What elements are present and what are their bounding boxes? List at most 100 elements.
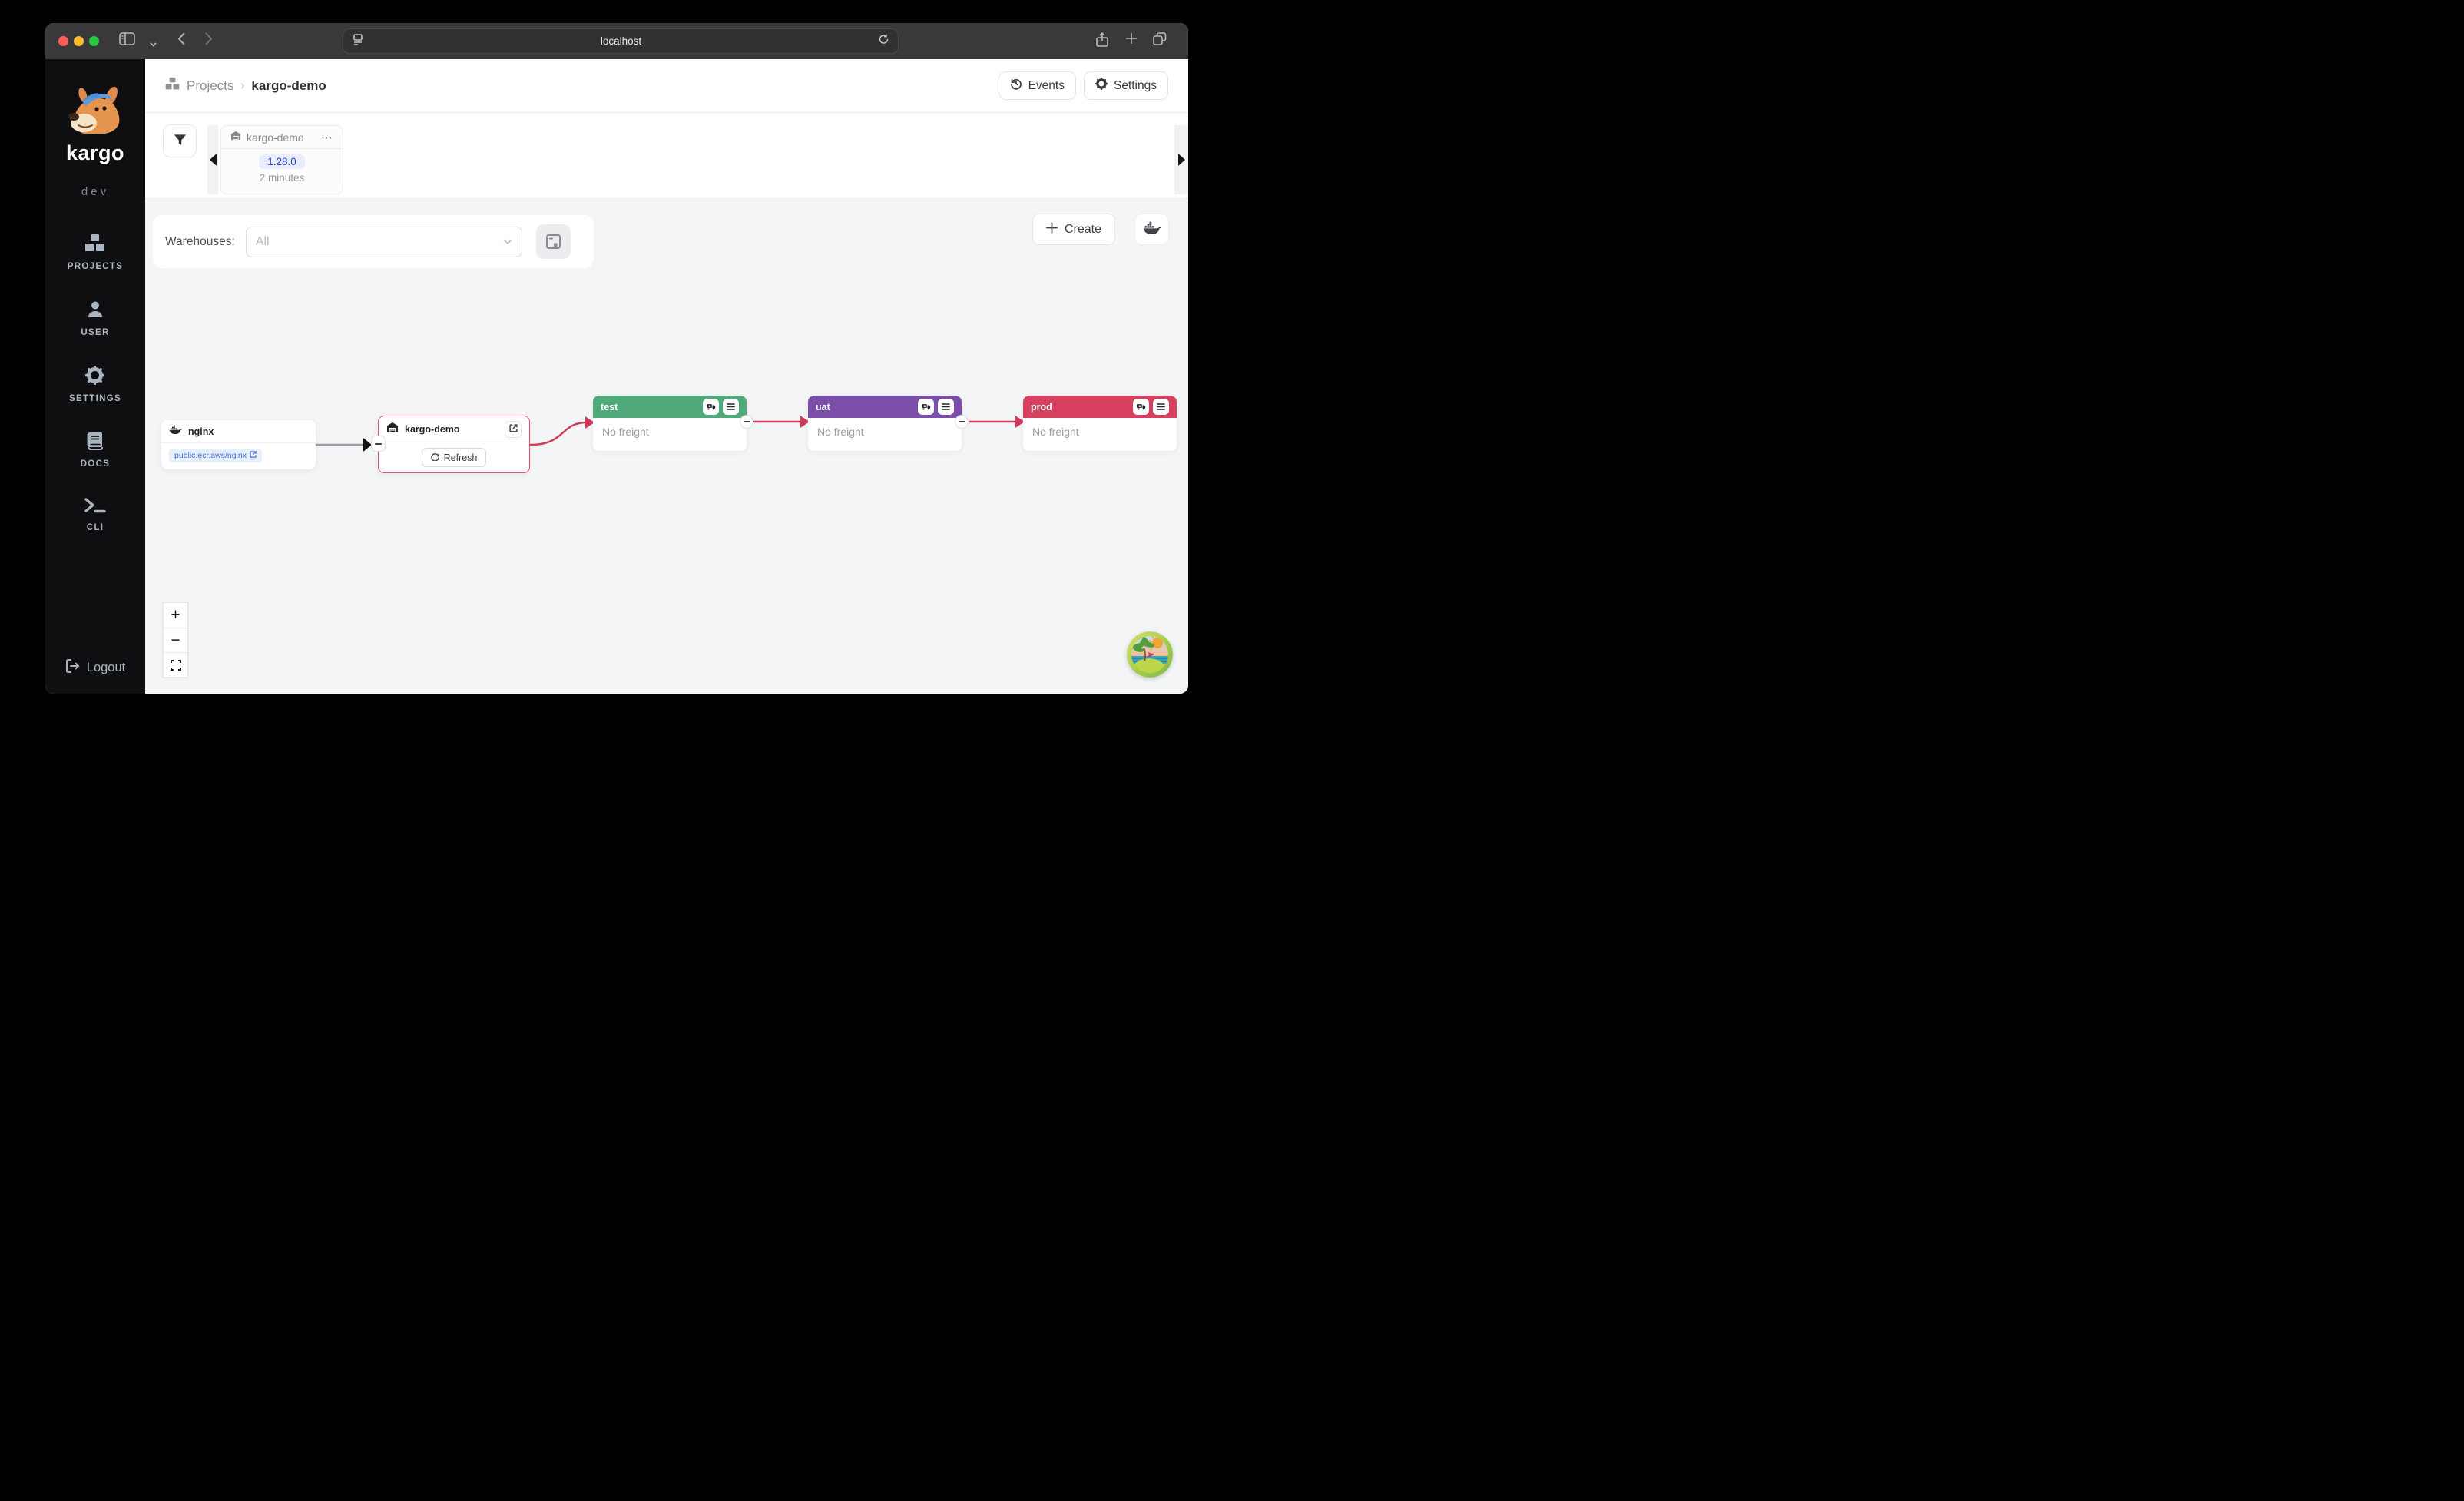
sidebar-toggle-icon[interactable] bbox=[119, 32, 135, 49]
stage-freight-status: No freight bbox=[1023, 418, 1177, 451]
logout-label: Logout bbox=[87, 661, 125, 675]
kargo-logo-icon bbox=[60, 84, 131, 143]
sidebar-item-docs[interactable]: DOCS bbox=[81, 432, 110, 469]
book-icon bbox=[85, 432, 104, 454]
sidebar-item-cli[interactable]: CLI bbox=[84, 497, 106, 532]
pipeline-item-name: kargo-demo bbox=[247, 131, 316, 144]
breadcrumb-separator: › bbox=[240, 79, 244, 92]
version-badge[interactable]: 1.28.0 bbox=[259, 154, 305, 169]
sidebar-item-settings[interactable]: SETTINGS bbox=[69, 366, 121, 403]
docker-icon bbox=[169, 425, 182, 439]
scroll-left-control[interactable] bbox=[207, 125, 218, 194]
sidebar-item-user[interactable]: USER bbox=[81, 300, 109, 337]
reload-icon[interactable] bbox=[879, 34, 889, 48]
stage-menu-button[interactable] bbox=[938, 399, 954, 415]
island-badge-icon[interactable] bbox=[1127, 631, 1173, 678]
caret-right-icon bbox=[1178, 154, 1185, 166]
settings-label: Settings bbox=[1114, 79, 1157, 93]
project-settings-button[interactable]: Settings bbox=[1084, 71, 1168, 100]
filter-button[interactable] bbox=[163, 124, 197, 157]
fit-view-button[interactable] bbox=[164, 652, 187, 677]
url-bar[interactable]: localhost bbox=[343, 28, 899, 54]
freight-truck-button[interactable] bbox=[918, 399, 934, 415]
forward-button[interactable] bbox=[205, 32, 213, 49]
sidebar-item-label: SETTINGS bbox=[69, 394, 121, 403]
caret-left-icon bbox=[210, 154, 217, 166]
warehouse-open-button[interactable] bbox=[505, 421, 522, 438]
warehouse-node-name: kargo-demo bbox=[405, 424, 498, 435]
tab-overview-icon[interactable] bbox=[1153, 32, 1167, 49]
page-header: Projects › kargo-demo Events bbox=[145, 59, 1188, 113]
stage-node-prod[interactable]: prod No freight bbox=[1023, 396, 1177, 451]
stage-node-test[interactable]: test No freight bbox=[593, 396, 747, 451]
external-link-icon bbox=[250, 451, 257, 460]
user-icon bbox=[86, 300, 104, 323]
stage-freight-status: No freight bbox=[593, 418, 747, 451]
boxes-icon bbox=[165, 77, 180, 94]
pipeline-item-card[interactable]: kargo-demo ⋯ 1.28.0 2 minutes bbox=[220, 125, 343, 194]
sidebar: kargo dev PROJECTS USER bbox=[45, 59, 145, 694]
screen: localhost bbox=[0, 0, 1232, 750]
collapse-connection-button[interactable] bbox=[740, 415, 753, 429]
terminal-icon bbox=[84, 497, 106, 518]
repo-node-nginx[interactable]: nginx public.ecr.aws/nginx bbox=[161, 420, 316, 469]
repo-node-name: nginx bbox=[188, 426, 214, 437]
kargo-wordmark: kargo bbox=[66, 141, 124, 165]
freight-truck-button[interactable] bbox=[703, 399, 719, 415]
gear-icon bbox=[1095, 78, 1108, 94]
new-tab-icon[interactable] bbox=[1125, 32, 1138, 48]
pipeline-canvas[interactable]: Warehouses: All bbox=[145, 199, 1188, 694]
collapse-connection-button[interactable] bbox=[955, 415, 969, 429]
sidebar-item-projects[interactable]: PROJECTS bbox=[68, 234, 123, 271]
freight-truck-button[interactable] bbox=[1133, 399, 1149, 415]
events-button[interactable]: Events bbox=[999, 71, 1076, 100]
breadcrumb: Projects › kargo-demo bbox=[165, 77, 326, 94]
history-icon bbox=[1010, 78, 1022, 94]
browser-toolbar: localhost bbox=[45, 23, 1188, 59]
refresh-button[interactable]: Refresh bbox=[422, 448, 487, 467]
stage-menu-button[interactable] bbox=[723, 399, 739, 415]
page-settings-icon[interactable] bbox=[353, 34, 363, 49]
url-text[interactable]: localhost bbox=[363, 35, 879, 47]
stage-menu-button[interactable] bbox=[1153, 399, 1169, 415]
close-window-button[interactable] bbox=[58, 36, 68, 46]
image-link-text: public.ecr.aws/nginx bbox=[174, 451, 247, 460]
chevron-down-icon[interactable] bbox=[150, 37, 157, 51]
stage-name: uat bbox=[816, 402, 918, 413]
browser-window: localhost bbox=[45, 23, 1188, 694]
warehouse-icon bbox=[386, 422, 399, 437]
minus-icon bbox=[375, 443, 382, 445]
stage-name: prod bbox=[1031, 402, 1133, 413]
zoom-out-button[interactable]: − bbox=[164, 628, 187, 652]
zoom-controls: + − bbox=[163, 602, 188, 678]
collapse-connection-button[interactable] bbox=[371, 436, 386, 452]
back-button[interactable] bbox=[177, 32, 185, 49]
funnel-icon bbox=[173, 133, 187, 150]
breadcrumb-projects-link[interactable]: Projects bbox=[187, 78, 233, 94]
stage-node-uat[interactable]: uat No freight bbox=[808, 396, 962, 451]
stage-freight-status: No freight bbox=[808, 418, 962, 451]
pipelines-bar: kargo-demo ⋯ 1.28.0 2 minutes bbox=[145, 113, 1188, 199]
sidebar-item-label: USER bbox=[81, 328, 109, 337]
pipeline-item-menu-button[interactable]: ⋯ bbox=[321, 131, 333, 144]
events-label: Events bbox=[1028, 79, 1065, 93]
logout-button[interactable]: Logout bbox=[45, 659, 145, 677]
zoom-window-button[interactable] bbox=[89, 36, 99, 46]
image-link[interactable]: public.ecr.aws/nginx bbox=[169, 449, 262, 462]
minimize-window-button[interactable] bbox=[74, 36, 84, 46]
warehouse-icon bbox=[230, 131, 241, 144]
warehouse-node-kargo-demo[interactable]: kargo-demo bbox=[378, 416, 530, 473]
sidebar-item-label: DOCS bbox=[81, 459, 110, 469]
logout-icon bbox=[65, 659, 80, 677]
stage-name: test bbox=[601, 402, 703, 413]
edge-warehouse-to-test bbox=[530, 422, 587, 445]
boxes-icon bbox=[84, 234, 105, 257]
refresh-label: Refresh bbox=[444, 452, 478, 463]
sidebar-item-label: PROJECTS bbox=[68, 262, 123, 271]
gear-icon bbox=[85, 366, 104, 389]
zoom-in-button[interactable]: + bbox=[164, 603, 187, 628]
scroll-right-control[interactable] bbox=[1174, 125, 1188, 194]
sidebar-item-label: CLI bbox=[87, 523, 104, 532]
divider bbox=[161, 442, 316, 443]
share-icon[interactable] bbox=[1096, 32, 1108, 51]
